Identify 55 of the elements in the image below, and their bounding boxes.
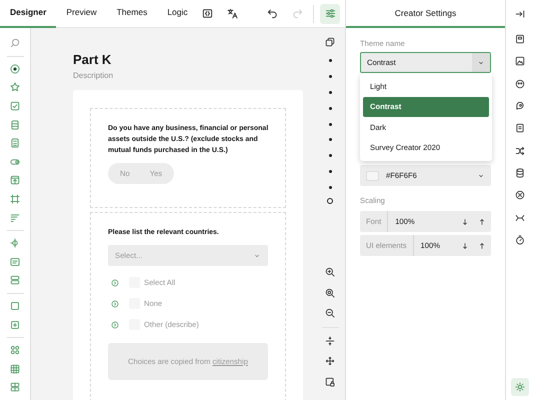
slider-icon[interactable]	[10, 238, 20, 248]
sliders-icon	[324, 8, 336, 19]
plus-box-icon[interactable]	[10, 320, 20, 330]
lines-icon[interactable]	[10, 212, 20, 223]
face-icon[interactable]	[514, 78, 524, 89]
upload-icon[interactable]	[10, 175, 20, 186]
split-boxes-icon[interactable]	[10, 382, 20, 392]
square-icon[interactable]	[10, 301, 20, 312]
frame-icon[interactable]	[10, 194, 20, 204]
close-circle-icon[interactable]	[514, 190, 524, 200]
radio-button-icon[interactable]	[10, 64, 20, 74]
circle-arrow-icon[interactable]	[111, 278, 119, 286]
panel-icon[interactable]	[514, 34, 524, 44]
settings-toggle-button[interactable]	[320, 4, 340, 24]
toggle-icon[interactable]	[10, 156, 20, 167]
lock-icon[interactable]	[325, 376, 335, 387]
text-box-icon[interactable]	[10, 256, 20, 267]
stacked-boxes-icon[interactable]	[10, 275, 20, 286]
circle-arrow-icon[interactable]	[111, 300, 119, 308]
code-braces-icon[interactable]	[202, 8, 213, 19]
zoom-out-icon[interactable]	[325, 308, 335, 318]
page-title: Part K	[73, 52, 112, 68]
timer-icon[interactable]	[514, 234, 524, 245]
undo-icon[interactable]	[267, 8, 278, 19]
database-icon[interactable]	[514, 168, 524, 178]
copy-icon[interactable]	[325, 37, 335, 47]
connector-icon[interactable]	[514, 212, 524, 223]
collapse-icon[interactable]	[325, 336, 335, 346]
chat-icon[interactable]	[514, 101, 524, 112]
tab[interactable]: Preview	[56, 0, 107, 28]
circle-arrow-icon[interactable]	[111, 320, 119, 328]
tab[interactable]: Logic	[157, 0, 198, 28]
shuffle-icon[interactable]	[514, 146, 524, 156]
circles-icon[interactable]	[10, 345, 20, 356]
zoom-fit-icon[interactable]	[325, 288, 335, 298]
collapse-right-icon[interactable]	[514, 9, 524, 19]
color-swatch[interactable]	[366, 170, 379, 180]
list-box-icon[interactable]	[10, 138, 20, 148]
move-icon[interactable]	[325, 356, 335, 366]
settings-button[interactable]	[510, 378, 528, 396]
arrow-up-icon[interactable]	[478, 218, 486, 226]
checkbox-icon[interactable]	[10, 101, 20, 112]
search-icon[interactable]	[10, 38, 20, 48]
arrow-down-icon[interactable]	[461, 242, 469, 250]
image-icon[interactable]	[514, 56, 524, 66]
translate-icon[interactable]	[226, 8, 238, 19]
tab[interactable]: Themes	[106, 0, 158, 28]
box-icon[interactable]	[10, 120, 20, 130]
zoom-in-icon[interactable]	[325, 267, 335, 278]
document-icon[interactable]	[514, 123, 524, 134]
star-icon[interactable]	[10, 82, 20, 92]
grid-icon[interactable]	[10, 364, 20, 374]
page-description: Description	[73, 70, 114, 82]
arrow-up-icon[interactable]	[478, 242, 486, 250]
arrow-down-icon[interactable]	[461, 218, 469, 226]
